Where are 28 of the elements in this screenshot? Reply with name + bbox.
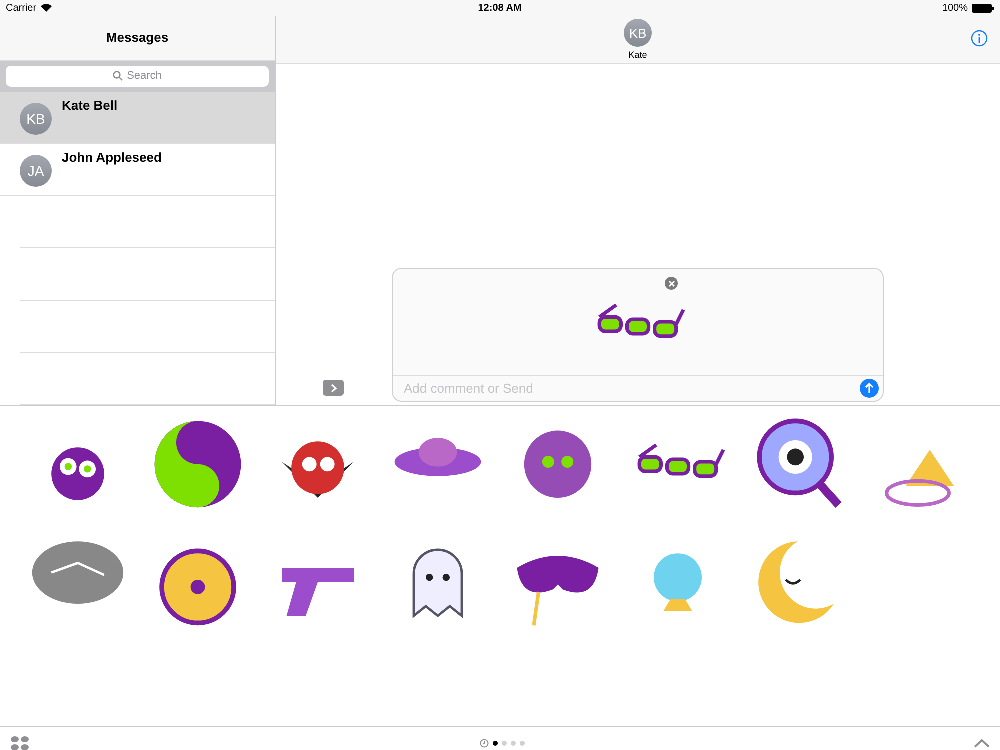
search-icon — [113, 71, 124, 82]
battery-percent: 100% — [942, 2, 968, 14]
wifi-icon — [40, 4, 52, 12]
app-drawer-icon[interactable] — [10, 736, 30, 750]
expand-button[interactable] — [323, 380, 344, 396]
clock-icon[interactable] — [480, 738, 488, 748]
contact-name: John Appleseed — [62, 150, 162, 165]
arrow-up-icon — [865, 383, 874, 394]
conversation-row[interactable]: KB Kate Bell — [0, 92, 275, 144]
contact-avatar: KB — [20, 102, 52, 135]
page-dot[interactable] — [510, 740, 516, 746]
send-button[interactable] — [860, 379, 879, 398]
contact-name: Kate Bell — [62, 98, 118, 113]
chevron-up-icon[interactable] — [974, 738, 990, 748]
sidebar-title: Messages — [106, 30, 169, 46]
close-icon — [668, 280, 674, 286]
conversation-row[interactable]: JA John Appleseed — [0, 144, 275, 196]
chevron-right-icon — [330, 384, 336, 392]
status-time: 12:08 AM — [478, 2, 522, 14]
page-dot[interactable] — [492, 740, 498, 746]
battery-icon — [972, 4, 994, 12]
page-dot[interactable] — [502, 740, 506, 746]
contact-avatar: JA — [20, 154, 52, 187]
page-dot[interactable] — [520, 740, 524, 746]
contact-name: Kate — [628, 50, 648, 60]
carrier-label: Carrier — [6, 2, 37, 14]
remove-attachment-button[interactable] — [665, 277, 678, 290]
info-icon[interactable] — [971, 30, 988, 47]
